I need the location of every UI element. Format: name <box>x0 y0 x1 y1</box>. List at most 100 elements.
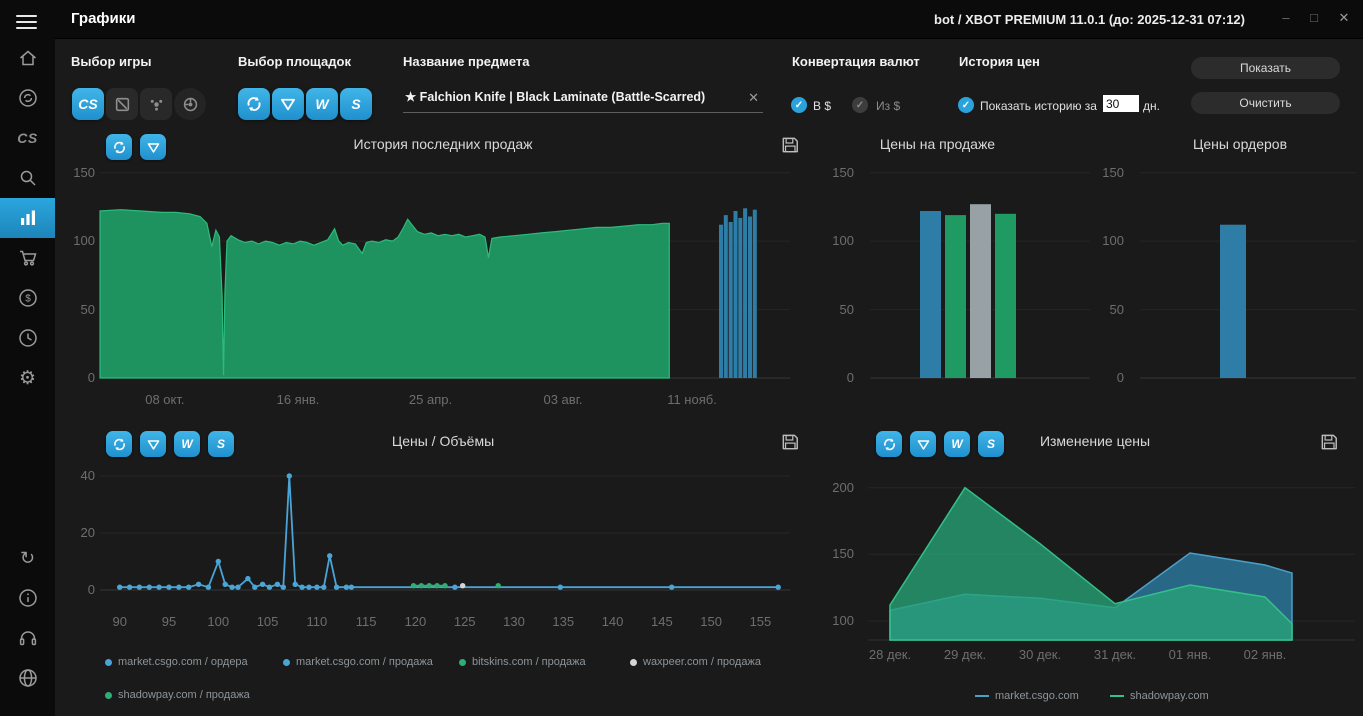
sidebar-item-balance[interactable]: $ <box>0 278 55 318</box>
recent-sale-bar <box>719 225 723 378</box>
legend-item[interactable]: waxpeer.com / продажа <box>630 654 761 670</box>
order-prices-canvas <box>1130 160 1360 405</box>
shadowpay-icon: S <box>351 96 360 112</box>
bot-license-info: bot / XBOT PREMIUM 11.0.1 (до: 2025-12-3… <box>934 12 1245 27</box>
sidebar-item-cs[interactable]: CS <box>0 118 55 158</box>
game-cs2-button[interactable]: CS <box>72 88 104 120</box>
data-point <box>314 585 319 590</box>
gear-icon: ⚙ <box>19 369 36 388</box>
platform-market-csgo-button[interactable] <box>238 88 270 120</box>
chart5-bitskins-filter-button[interactable] <box>910 431 936 457</box>
sidebar-item-market[interactable] <box>0 78 55 118</box>
menu-icon[interactable] <box>16 11 37 33</box>
tf2-icon <box>182 96 199 113</box>
platform-shadowpay-button[interactable]: S <box>340 88 372 120</box>
sidebar-item-history[interactable] <box>0 318 55 358</box>
history-checkbox[interactable]: ✓ <box>958 97 974 113</box>
chart1-market-filter-button[interactable] <box>106 134 132 160</box>
price-bar <box>995 214 1016 378</box>
item-name-input[interactable] <box>403 88 741 104</box>
clear-button[interactable]: Очистить <box>1191 92 1340 114</box>
data-point <box>275 582 280 587</box>
x-axis-label: 28 дек. <box>845 647 935 663</box>
sales-history-canvas <box>75 160 795 405</box>
legend-item[interactable]: market.csgo.com <box>975 688 1079 704</box>
close-button[interactable]: ✕ <box>1333 10 1355 28</box>
data-point <box>776 585 781 590</box>
legend-item[interactable]: shadowpay.com <box>1110 688 1209 704</box>
waxpeer-icon: W <box>181 437 192 451</box>
chart4-save-button[interactable] <box>776 429 804 457</box>
chart4-bitskins-filter-button[interactable] <box>140 431 166 457</box>
platform-bitskins-button[interactable] <box>272 88 304 120</box>
waxpeer-icon: W <box>951 437 962 451</box>
minimize-button[interactable]: – <box>1275 10 1297 28</box>
platform-waxpeer-button[interactable]: W <box>306 88 338 120</box>
chart5-waxpeer-filter-button[interactable]: W <box>944 431 970 457</box>
data-point <box>206 585 211 590</box>
history-days-input[interactable] <box>1103 95 1139 112</box>
chart4-market-filter-button[interactable] <box>106 431 132 457</box>
data-point <box>427 583 432 588</box>
x-axis-label: 110 <box>297 614 337 630</box>
sidebar-item-home[interactable] <box>0 38 55 78</box>
x-axis-label: 125 <box>445 614 485 630</box>
data-point <box>669 585 674 590</box>
chart1-save-button[interactable] <box>776 132 804 160</box>
game-dota2-button[interactable] <box>106 88 138 120</box>
chart-icon <box>17 207 39 229</box>
data-point <box>299 585 304 590</box>
sidebar-item-cart[interactable] <box>0 238 55 278</box>
sidebar-item-settings[interactable]: ⚙ <box>0 358 55 398</box>
data-point <box>558 585 563 590</box>
legend-label: market.csgo.com <box>995 690 1079 702</box>
data-point <box>334 585 339 590</box>
chart5-market-filter-button[interactable] <box>876 431 902 457</box>
chart5-save-button[interactable] <box>1315 429 1343 457</box>
data-point <box>419 583 424 588</box>
sidebar-item-language[interactable] <box>0 658 55 698</box>
currency-from-usd-checkbox[interactable]: ✓ <box>852 97 868 113</box>
bitskins-icon <box>916 437 931 452</box>
legend-dot-icon <box>630 659 637 666</box>
currency-to-usd-checkbox[interactable]: ✓ <box>791 97 807 113</box>
x-axis-label: 150 <box>691 614 731 630</box>
legend-item[interactable]: market.csgo.com / продажа <box>283 654 433 670</box>
currency-to-usd-label[interactable]: В $ <box>813 99 831 113</box>
save-icon <box>1319 432 1339 452</box>
sell-prices-canvas <box>860 160 1095 405</box>
data-point <box>229 585 234 590</box>
x-axis-label: 120 <box>395 614 435 630</box>
data-point <box>496 583 501 588</box>
game-tf2-button[interactable] <box>174 88 206 120</box>
currency-from-usd-label[interactable]: Из $ <box>876 99 900 113</box>
x-axis-label: 140 <box>593 614 633 630</box>
price-history-label: История цен <box>959 54 1040 69</box>
chart4-waxpeer-filter-button[interactable]: W <box>174 431 200 457</box>
series-line <box>120 476 347 587</box>
sidebar-item-search[interactable] <box>0 158 55 198</box>
legend-item[interactable]: market.csgo.com / ордера <box>105 654 248 670</box>
x-axis-label: 30 дек. <box>995 647 1085 663</box>
sync-icon: ↻ <box>20 549 35 567</box>
x-axis-label: 02 янв. <box>1220 647 1310 663</box>
legend-label: shadowpay.com / продажа <box>118 689 250 701</box>
show-button[interactable]: Показать <box>1191 57 1340 79</box>
legend-item[interactable]: shadowpay.com / продажа <box>105 687 250 703</box>
clear-item-icon[interactable]: ✕ <box>748 90 759 106</box>
sidebar-item-update[interactable]: ↻ <box>0 538 55 578</box>
legend-dot-icon <box>283 659 290 666</box>
sidebar-item-charts[interactable] <box>0 198 55 238</box>
chart1-bitskins-filter-button[interactable] <box>140 134 166 160</box>
data-point <box>245 576 250 581</box>
sidebar-item-support[interactable] <box>0 618 55 658</box>
sidebar-item-info[interactable] <box>0 578 55 618</box>
game-rust-button[interactable] <box>140 88 172 120</box>
legend-item[interactable]: bitskins.com / продажа <box>459 654 586 670</box>
data-point <box>349 585 354 590</box>
maximize-button[interactable]: □ <box>1303 10 1325 28</box>
y-axis-label: 100 <box>810 612 854 630</box>
globe-icon <box>17 667 39 689</box>
recent-sale-bar <box>738 218 742 378</box>
chart4-title: Цены / Объёмы <box>230 433 656 449</box>
